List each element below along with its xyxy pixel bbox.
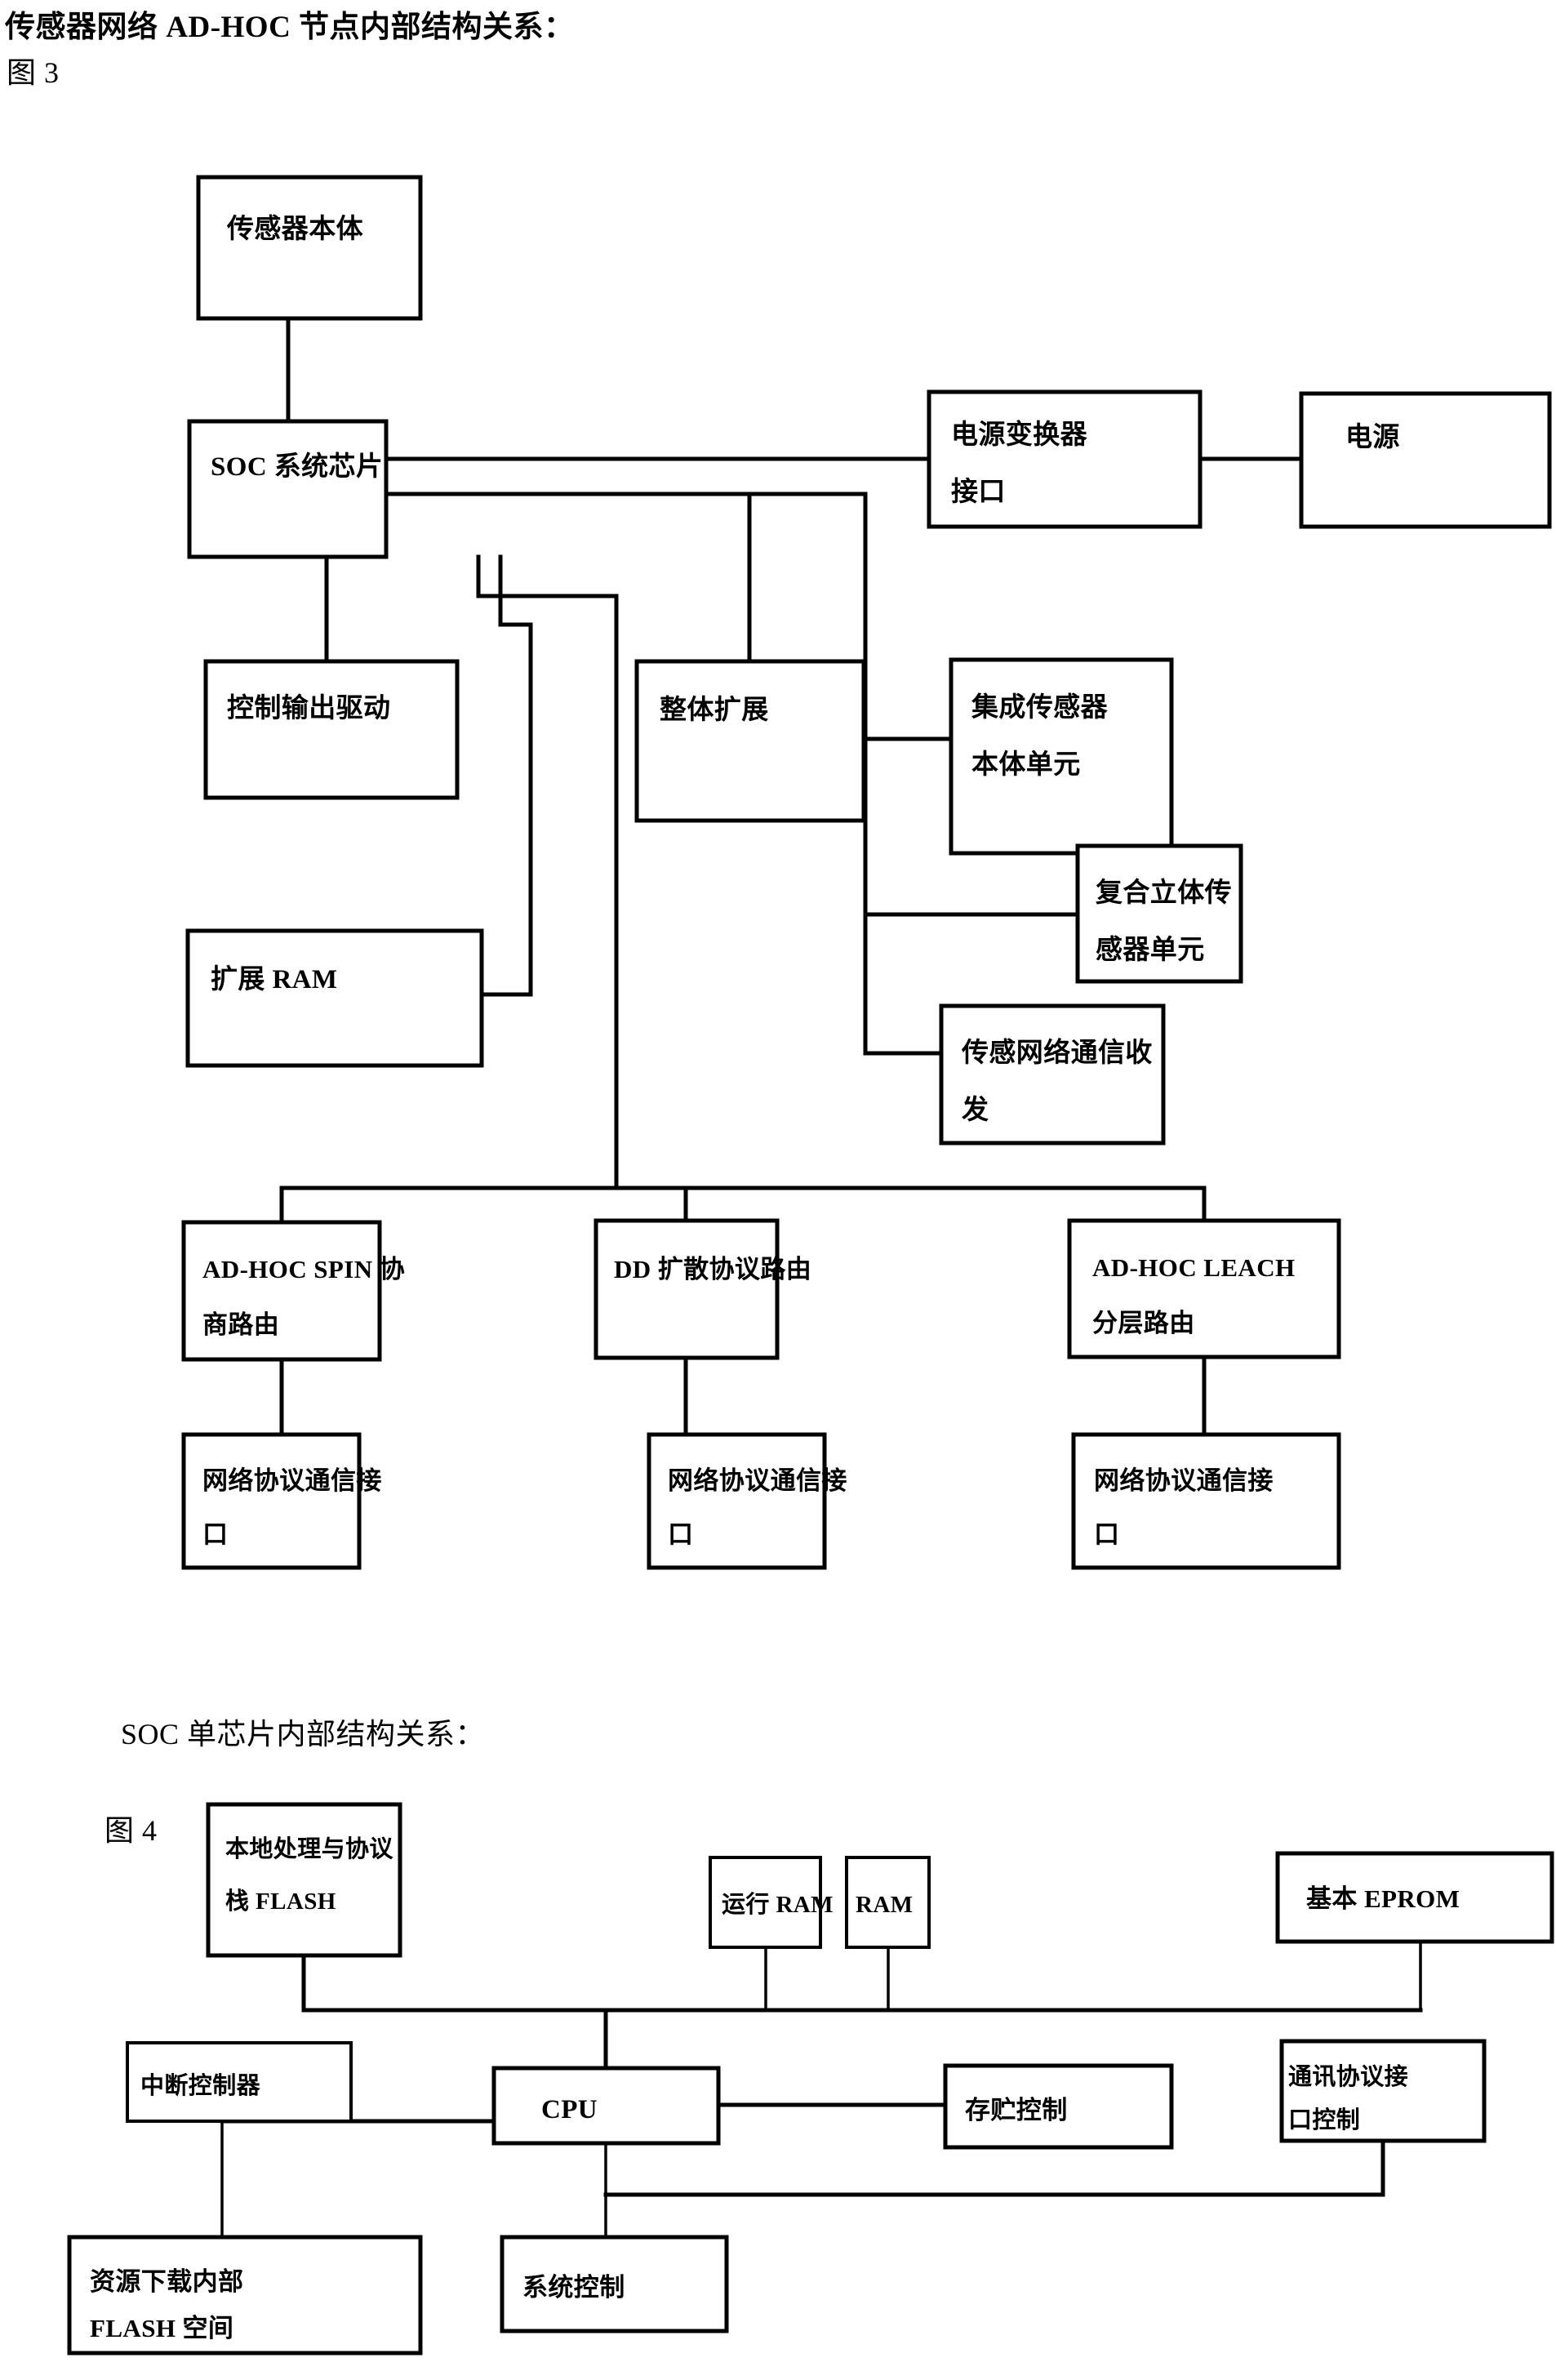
box-system-control-label: 系统控制 — [522, 2273, 625, 2302]
box-comm-protocol-interface-line2: 口控制 — [1288, 2106, 1360, 2133]
box-interrupt-controller-label: 中断控制器 — [140, 2072, 261, 2099]
box-local-proc-flash — [206, 1802, 402, 1958]
patent-figure-page: 传感器网络 AD-HOC 节点内部结构关系： 图 3 传感器本体 SOC 系统芯… — [0, 0, 1556, 2380]
box-resource-download-flash-line2: FLASH 空间 — [90, 2314, 233, 2342]
box-basic-eprom-label: 基本 EPROM — [1306, 1884, 1460, 1913]
box-cpu-label: CPU — [541, 2095, 598, 2124]
box-local-proc-flash-line2: 栈 FLASH — [225, 1888, 336, 1915]
box-comm-protocol-interface-line1: 通讯协议接 — [1288, 2063, 1408, 2090]
box-resource-download-flash-line1: 资源下载内部 — [90, 2267, 243, 2296]
box-local-proc-flash-line1: 本地处理与协议 — [225, 1835, 393, 1862]
box-storage-control-label: 存贮控制 — [965, 2096, 1068, 2124]
box-ram-label: RAM — [856, 1892, 913, 1918]
figure4-diagram: 本地处理与协议 栈 FLASH 运行 RAM RAM 基本 EPROM 中断控制… — [67, 1802, 1554, 2356]
box-run-ram-label: 运行 RAM — [722, 1891, 834, 1918]
box-cpu — [491, 2066, 721, 2146]
